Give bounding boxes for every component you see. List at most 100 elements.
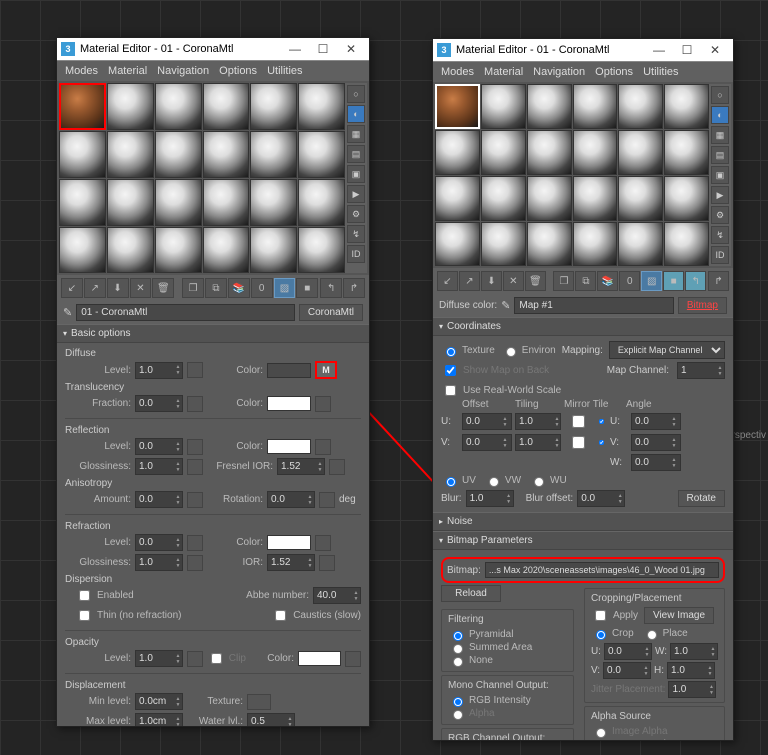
material-slot[interactable] — [664, 222, 709, 267]
reset-map-icon[interactable]: ✕ — [130, 278, 152, 298]
vw-radio[interactable]: VW — [484, 474, 521, 487]
rollup-bitmap-parameters[interactable]: Bitmap Parameters — [433, 531, 733, 550]
menu-utilities[interactable]: Utilities — [267, 65, 302, 77]
menu-options[interactable]: Options — [595, 66, 633, 78]
material-slot[interactable] — [618, 130, 663, 175]
material-slot[interactable] — [203, 83, 250, 130]
make-copy-icon[interactable]: ❐ — [182, 278, 204, 298]
get-material-icon[interactable]: ↙ — [437, 271, 458, 291]
anisotropy-rotation-map-button[interactable] — [319, 492, 335, 508]
diffuse-level-map-button[interactable] — [187, 362, 203, 378]
material-slot[interactable] — [59, 131, 106, 178]
disp-water-spinner[interactable]: ▲▼ — [247, 713, 295, 726]
material-slot[interactable] — [664, 84, 709, 129]
material-slot[interactable] — [203, 179, 250, 226]
mono-rgb-radio[interactable]: RGB Intensity — [448, 694, 567, 707]
get-material-icon[interactable]: ↙ — [61, 278, 83, 298]
minimize-button[interactable]: — — [645, 41, 673, 59]
translucency-fraction-spinner[interactable]: ▲▼ — [135, 395, 183, 412]
anisotropy-amount-spinner[interactable]: ▲▼ — [135, 491, 183, 508]
menu-material[interactable]: Material — [484, 66, 523, 78]
reflection-color-swatch[interactable] — [267, 439, 311, 454]
refraction-color-map-button[interactable] — [315, 535, 331, 551]
dispersion-enabled-checkbox[interactable]: Enabled — [75, 587, 134, 604]
u-mirror-checkbox[interactable] — [568, 415, 589, 428]
material-slot[interactable] — [298, 227, 345, 274]
material-slot[interactable] — [573, 84, 618, 129]
jitter-spinner[interactable]: ▲▼ — [668, 681, 716, 698]
menu-navigation[interactable]: Navigation — [533, 66, 585, 78]
crop-h-spinner[interactable]: ▲▼ — [667, 662, 715, 679]
view-image-button[interactable]: View Image — [644, 607, 714, 624]
backlight-icon[interactable]: ◐ — [711, 106, 729, 124]
v-mirror-checkbox[interactable] — [568, 436, 589, 449]
material-slot[interactable] — [481, 84, 526, 129]
material-slot[interactable] — [573, 222, 618, 267]
menu-modes[interactable]: Modes — [65, 65, 98, 77]
fresnel-ior-map-button[interactable] — [329, 459, 345, 475]
filtering-none-radio[interactable]: None — [448, 654, 567, 667]
refraction-ior-spinner[interactable]: ▲▼ — [267, 554, 315, 571]
material-slot[interactable] — [435, 130, 480, 175]
material-slot[interactable] — [155, 83, 202, 130]
blur-spinner[interactable]: ▲▼ — [466, 490, 514, 507]
pyramidal-radio[interactable]: Pyramidal — [448, 628, 567, 641]
menu-utilities[interactable]: Utilities — [643, 66, 678, 78]
material-type-button[interactable]: CoronaMtl — [299, 304, 363, 321]
rollup-basic-options[interactable]: Basic options — [57, 324, 369, 343]
mapping-select[interactable]: Explicit Map Channel — [609, 341, 725, 359]
opacity-color-map-button[interactable] — [345, 651, 361, 667]
put-material-icon[interactable]: ↗ — [459, 271, 480, 291]
make-unique-icon[interactable]: ⧉ — [575, 271, 596, 291]
material-slot[interactable] — [435, 222, 480, 267]
abbe-number-spinner[interactable]: ▲▼ — [313, 587, 361, 604]
menu-modes[interactable]: Modes — [441, 66, 474, 78]
anisotropy-amount-map-button[interactable] — [187, 492, 203, 508]
select-by-material-icon[interactable]: ↯ — [711, 226, 729, 244]
material-slot[interactable] — [59, 227, 106, 274]
bitmap-type-button[interactable]: Bitmap — [678, 297, 727, 314]
uv-radio[interactable]: UV — [441, 474, 476, 487]
w-angle-spinner[interactable]: ▲▼ — [631, 454, 681, 471]
go-to-parent-icon[interactable]: ↰ — [320, 278, 342, 298]
maximize-button[interactable]: ☐ — [309, 40, 337, 58]
material-slot[interactable] — [573, 176, 618, 221]
rollup-noise[interactable]: Noise — [433, 512, 733, 531]
background-icon[interactable]: ▦ — [347, 125, 365, 143]
material-slot[interactable] — [298, 179, 345, 226]
blur-offset-spinner[interactable]: ▲▼ — [577, 490, 625, 507]
select-by-material-icon[interactable]: ↯ — [347, 225, 365, 243]
material-slot[interactable] — [250, 83, 297, 130]
diffuse-level-spinner[interactable]: ▲▼ — [135, 362, 183, 379]
material-id-icon[interactable]: ID — [347, 245, 365, 263]
material-slot[interactable] — [107, 227, 154, 274]
assign-to-selection-icon[interactable]: ⬇ — [481, 271, 502, 291]
go-forward-icon[interactable]: ↱ — [343, 278, 365, 298]
reflection-level-map-button[interactable] — [187, 439, 203, 455]
material-slot[interactable] — [250, 179, 297, 226]
background-icon[interactable]: ▦ — [711, 126, 729, 144]
caustics-checkbox[interactable]: Caustics (slow) — [271, 607, 361, 624]
material-slot[interactable] — [481, 222, 526, 267]
fresnel-ior-spinner[interactable]: ▲▼ — [277, 458, 325, 475]
material-slot[interactable] — [298, 83, 345, 130]
material-slot[interactable] — [203, 131, 250, 178]
material-slot[interactable] — [527, 222, 572, 267]
assign-to-selection-icon[interactable]: ⬇ — [107, 278, 129, 298]
rollup-coordinates[interactable]: Coordinates — [433, 317, 733, 336]
material-slot[interactable] — [107, 179, 154, 226]
thin-checkbox[interactable]: Thin (no refraction) — [75, 607, 181, 624]
real-world-scale-checkbox[interactable]: Use Real-World Scale — [441, 382, 561, 399]
v-angle-spinner[interactable]: ▲▼ — [631, 434, 681, 451]
translucency-color-map-button[interactable] — [315, 396, 331, 412]
disp-min-spinner[interactable]: ▲▼ — [135, 693, 183, 710]
titlebar[interactable]: 3 Material Editor - 01 - CoronaMtl — ☐ ✕ — [57, 38, 369, 61]
eyedropper-icon[interactable]: ✎ — [63, 306, 72, 319]
material-id-icon[interactable]: ID — [711, 246, 729, 264]
backlight-icon[interactable]: ◐ — [347, 105, 365, 123]
translucency-fraction-map-button[interactable] — [187, 396, 203, 412]
material-slot[interactable] — [107, 83, 154, 130]
put-to-library-icon[interactable]: 📚 — [597, 271, 618, 291]
material-slot[interactable] — [481, 130, 526, 175]
u-angle-spinner[interactable]: ▲▼ — [631, 413, 681, 430]
